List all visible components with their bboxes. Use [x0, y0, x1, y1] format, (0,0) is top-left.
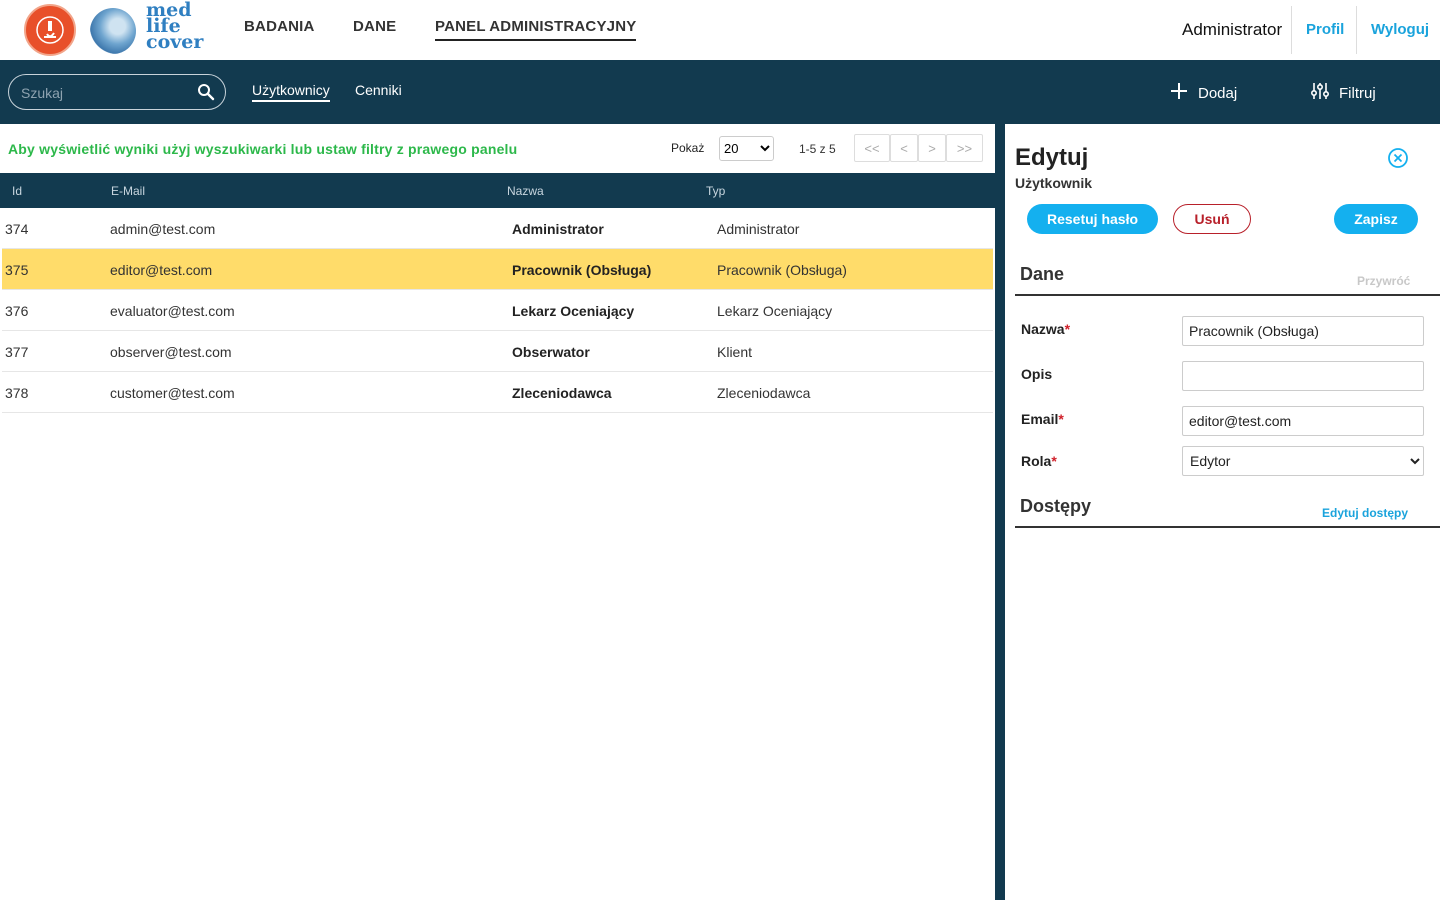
page-size-select[interactable]: 10 20 50 [719, 136, 774, 161]
header-divider [1356, 6, 1357, 54]
delete-button[interactable]: Usuń [1173, 204, 1251, 234]
sliders-icon [1310, 82, 1330, 104]
role-label: Rola* [1021, 453, 1057, 469]
search-input[interactable] [21, 83, 191, 103]
cell-type: Pracownik (Obsługa) [717, 262, 847, 278]
medlifecover-logo-icon[interactable] [90, 8, 136, 54]
brand-word-3: cover [146, 31, 204, 53]
cell-name: Lekarz Oceniający [512, 303, 635, 319]
nav-dane[interactable]: DANE [353, 18, 396, 35]
tab-uzytkownicy[interactable]: Użytkownicy [252, 82, 330, 102]
nav-badania[interactable]: BADANIA [244, 18, 315, 35]
cell-type: Klient [717, 344, 753, 360]
cell-type: Zleceniodawca [717, 385, 811, 401]
cell-name: Obserwator [512, 344, 590, 360]
next-page-button[interactable]: > [918, 134, 946, 162]
close-icon[interactable] [1387, 147, 1409, 174]
edit-panel: Edytuj Użytkownik Resetuj hasło Usuń Zap… [1005, 124, 1440, 900]
name-label: Nazwa* [1021, 321, 1070, 337]
last-page-button[interactable]: >> [946, 134, 983, 162]
role-select[interactable]: Edytor [1182, 446, 1424, 476]
table-row-selected[interactable]: 375 editor@test.com Pracownik (Obsługa) … [2, 249, 993, 290]
add-button[interactable]: Dodaj [1170, 82, 1237, 104]
nav-panel-administracyjny[interactable]: PANEL ADMINISTRACYJNY [435, 18, 637, 41]
page-size-label: Pokaż [671, 141, 705, 155]
section-title-dostepy: Dostępy [1020, 496, 1092, 516]
column-header-email[interactable]: E-Mail [111, 184, 145, 198]
description-field[interactable] [1182, 361, 1424, 391]
cell-id: 374 [5, 221, 29, 237]
cell-name: Administrator [512, 221, 604, 237]
table-row[interactable]: 376 evaluator@test.com Lekarz Oceniający… [2, 290, 993, 331]
table-header: Id E-Mail Nazwa Typ [0, 173, 995, 208]
cell-email: admin@test.com [110, 221, 216, 237]
list-info-bar: Aby wyświetlić wyniki użyj wyszukiwarki … [0, 124, 995, 172]
results-range: 1-5 z 5 [799, 142, 836, 156]
table-row[interactable]: 378 customer@test.com Zleceniodawca Zlec… [2, 372, 993, 413]
required-mark: * [1051, 453, 1057, 469]
email-label-text: Email [1021, 411, 1059, 427]
description-label: Opis [1021, 366, 1053, 382]
cell-name: Zleceniodawca [512, 385, 612, 401]
header-divider [1291, 6, 1292, 54]
cell-type: Administrator [717, 221, 800, 237]
cell-email: editor@test.com [110, 262, 213, 278]
tab-cenniki[interactable]: Cenniki [355, 82, 402, 98]
cell-email: customer@test.com [110, 385, 235, 401]
microscope-logo-icon[interactable] [24, 4, 76, 56]
reset-password-button[interactable]: Resetuj hasło [1027, 204, 1158, 234]
cell-type: Lekarz Oceniający [717, 303, 833, 319]
column-header-name[interactable]: Nazwa [507, 184, 544, 198]
column-header-type[interactable]: Typ [706, 184, 725, 198]
edit-access-link[interactable]: Edytuj dostępy [1322, 506, 1408, 520]
section-underline [1015, 294, 1440, 296]
required-mark: * [1064, 321, 1071, 337]
panel-divider [995, 124, 1005, 900]
email-label: Email* [1021, 411, 1064, 427]
info-message: Aby wyświetlić wyniki użyj wyszukiwarki … [8, 141, 518, 157]
filter-button[interactable]: Filtruj [1310, 82, 1376, 104]
table-row[interactable]: 374 admin@test.com Administrator Adminis… [2, 208, 993, 249]
required-mark: * [1058, 411, 1064, 427]
toolbar: Użytkownicy Cenniki Dodaj Filtruj [0, 60, 1440, 124]
column-header-id[interactable]: Id [12, 184, 22, 198]
section-underline [1015, 526, 1440, 528]
role-label-text: Rola [1021, 453, 1052, 469]
cell-id: 376 [5, 303, 29, 319]
table-row[interactable]: 377 observer@test.com Obserwator Klient [2, 331, 993, 372]
cell-id: 377 [5, 344, 29, 360]
cell-id: 378 [5, 385, 29, 401]
name-label-text: Nazwa [1021, 321, 1065, 337]
cell-id: 375 [5, 262, 29, 278]
top-bar: med life cover BADANIA DANE PANEL ADMINI… [0, 0, 1440, 60]
cell-name: Pracownik (Obsługa) [512, 262, 652, 278]
profile-link[interactable]: Profil [1306, 21, 1344, 38]
name-field[interactable] [1182, 316, 1424, 346]
logout-link[interactable]: Wyloguj [1371, 21, 1429, 38]
save-button[interactable]: Zapisz [1334, 204, 1418, 234]
cell-email: evaluator@test.com [110, 303, 235, 319]
filter-button-label: Filtruj [1339, 84, 1376, 102]
restore-link[interactable]: Przywróć [1357, 274, 1410, 288]
search-box [8, 74, 226, 110]
plus-icon [1170, 82, 1188, 104]
first-page-button[interactable]: << [854, 134, 890, 162]
brand-wordmark[interactable]: med life cover [146, 1, 204, 53]
search-icon[interactable] [197, 83, 215, 106]
section-title-dane: Dane [1020, 264, 1065, 284]
add-button-label: Dodaj [1198, 84, 1238, 102]
email-field[interactable] [1182, 406, 1424, 436]
panel-title: Edytuj [1015, 144, 1089, 171]
current-user-name: Administrator [1182, 20, 1283, 39]
panel-subtitle: Użytkownik [1015, 175, 1093, 191]
cell-email: observer@test.com [110, 344, 232, 360]
prev-page-button[interactable]: < [890, 134, 918, 162]
